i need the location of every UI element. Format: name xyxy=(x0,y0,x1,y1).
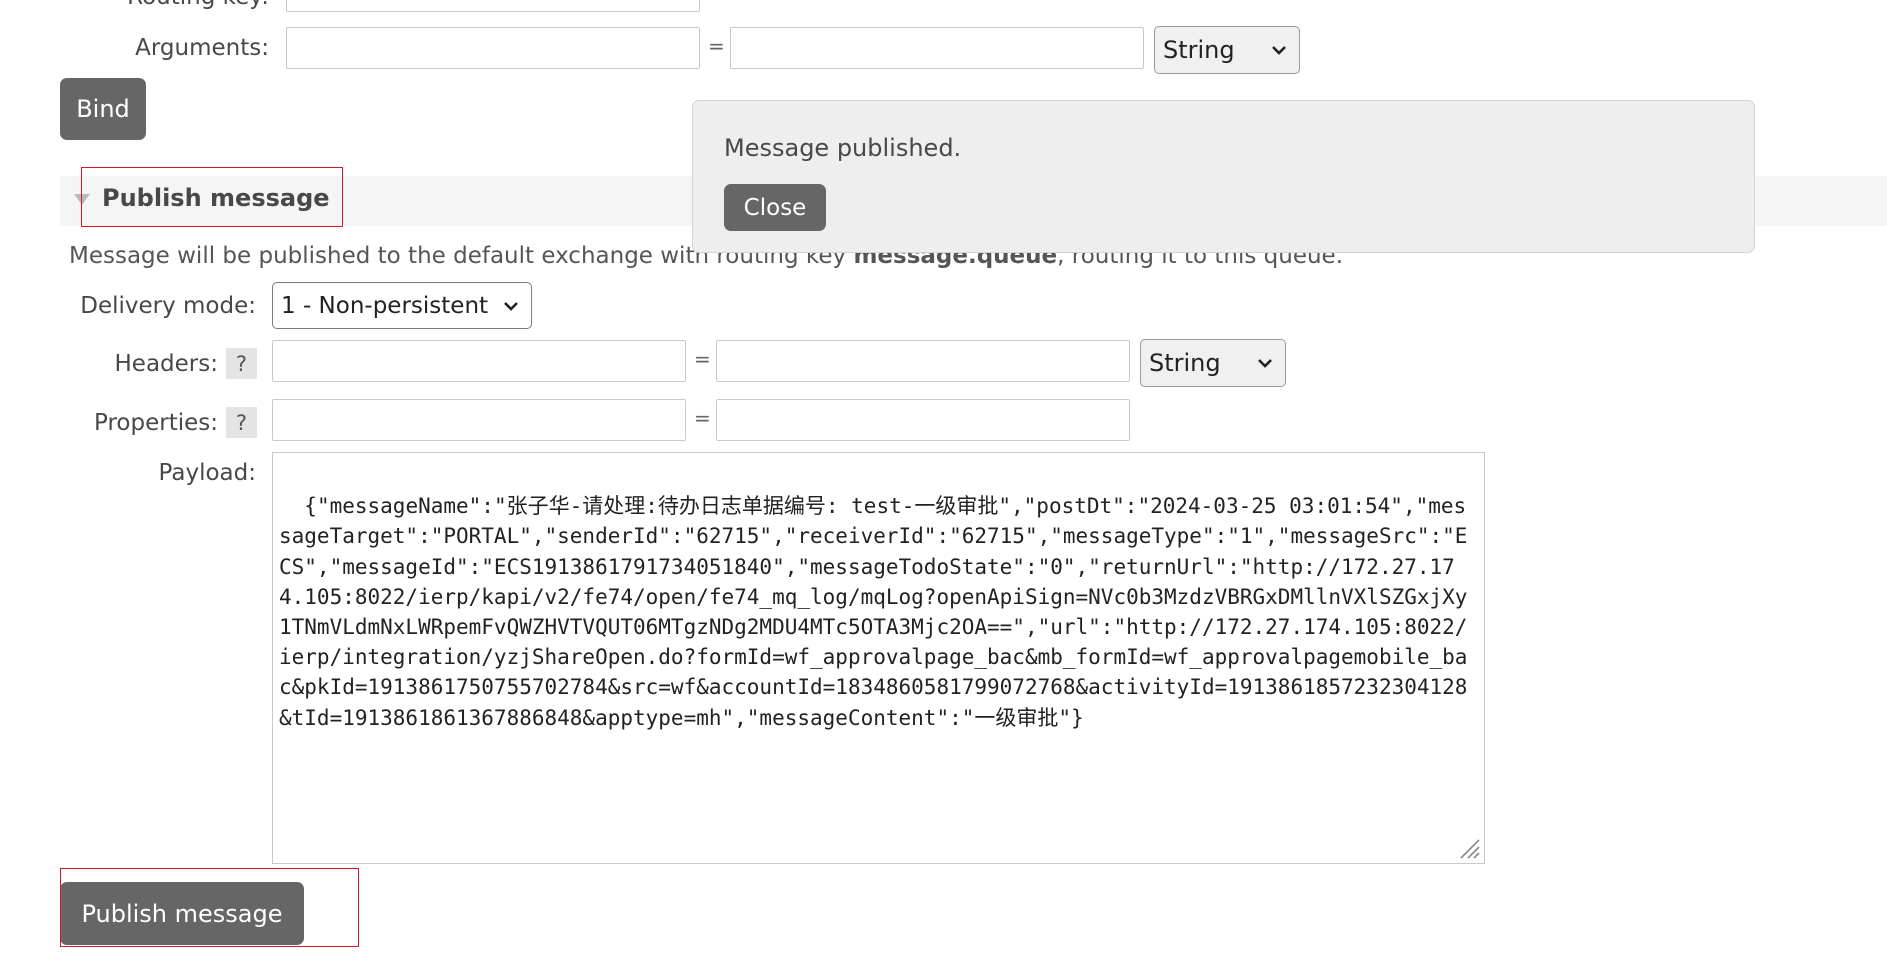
headers-help-button[interactable]: ? xyxy=(226,348,257,379)
payload-label: Payload: xyxy=(158,460,256,486)
header-type-value: String xyxy=(1149,349,1221,377)
header-value-input[interactable] xyxy=(716,340,1130,382)
delivery-mode-select[interactable]: 1 - Non-persistent xyxy=(272,282,532,329)
property-key-input[interactable] xyxy=(272,399,686,441)
routing-key-input[interactable] xyxy=(286,0,700,12)
argument-type-select[interactable]: String xyxy=(1154,26,1300,74)
publish-toast: Message published. Close xyxy=(692,100,1755,253)
payload-text: {"messageName":"张子华-请处理:待办日志单据编号: test-一… xyxy=(279,494,1468,730)
toast-close-button[interactable]: Close xyxy=(724,184,826,231)
property-value-input[interactable] xyxy=(716,399,1130,441)
bind-button[interactable]: Bind xyxy=(60,78,146,140)
section-title-highlight xyxy=(81,167,343,227)
chevron-down-icon xyxy=(1272,46,1286,55)
publish-button-highlight xyxy=(60,868,359,947)
arguments-label: Arguments: xyxy=(135,35,269,61)
delivery-mode-value: 1 - Non-persistent xyxy=(281,292,489,319)
headers-label: Headers: xyxy=(114,351,218,377)
chevron-down-icon xyxy=(1258,359,1272,368)
payload-textarea[interactable]: {"messageName":"张子华-请处理:待办日志单据编号: test-一… xyxy=(272,452,1485,864)
delivery-mode-label: Delivery mode: xyxy=(80,293,256,319)
header-type-select[interactable]: String xyxy=(1140,339,1286,387)
argument-value-input[interactable] xyxy=(730,27,1144,69)
header-key-input[interactable] xyxy=(272,340,686,382)
routing-key-label: Routing key: xyxy=(127,0,269,10)
header-equals: = xyxy=(694,347,711,371)
resize-grip-icon[interactable] xyxy=(1453,832,1481,860)
property-equals: = xyxy=(694,406,711,430)
chevron-down-icon xyxy=(504,301,518,311)
toast-message: Message published. xyxy=(724,134,962,162)
properties-label: Properties: xyxy=(94,410,218,436)
argument-key-input[interactable] xyxy=(286,27,700,69)
properties-help-button[interactable]: ? xyxy=(226,407,257,438)
argument-type-value: String xyxy=(1163,36,1235,64)
argument-equals: = xyxy=(708,34,725,58)
